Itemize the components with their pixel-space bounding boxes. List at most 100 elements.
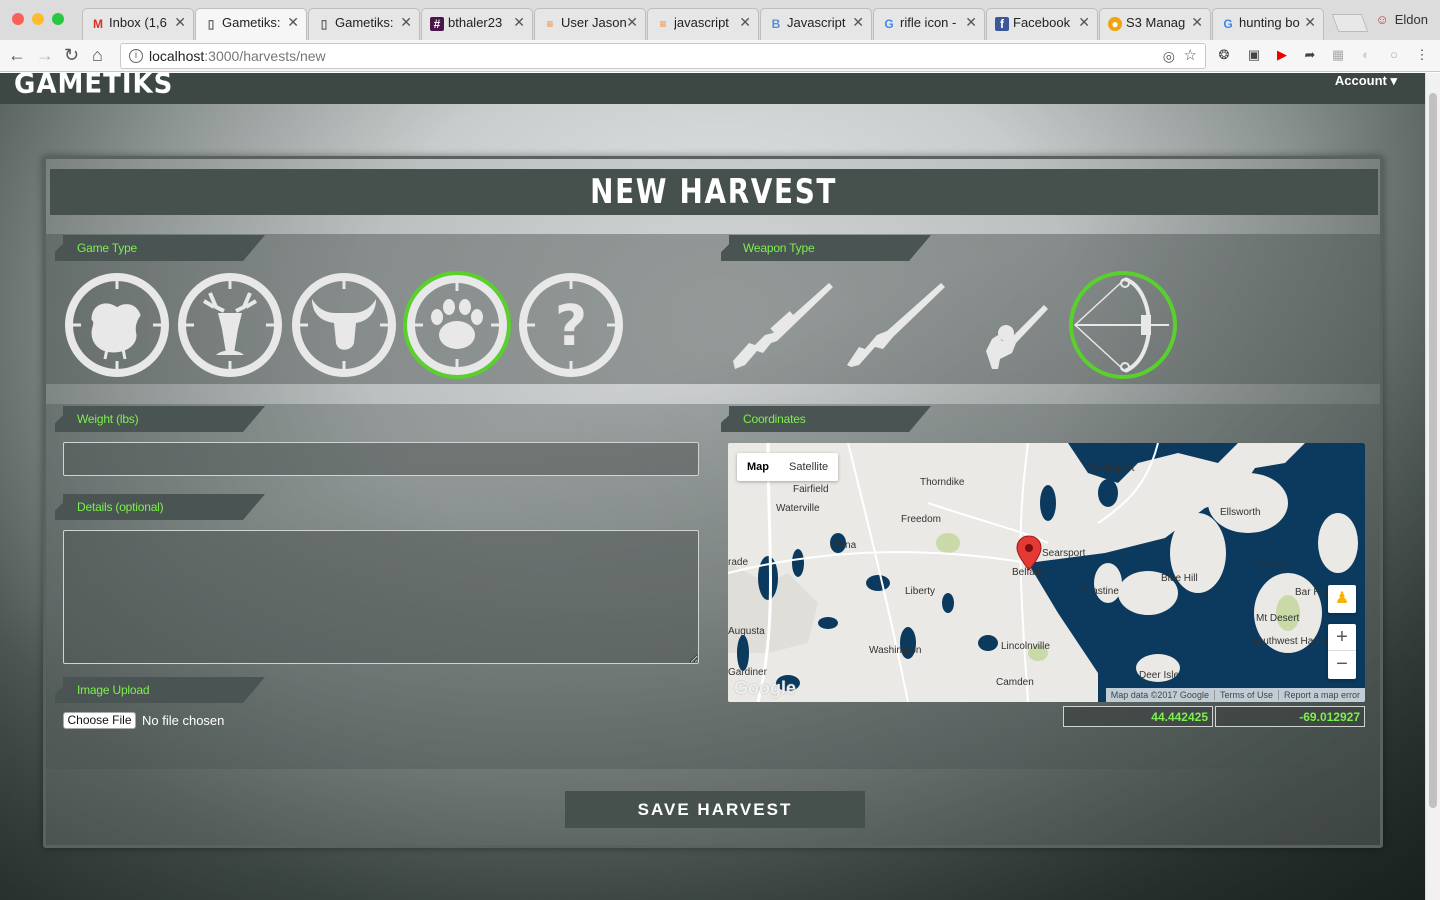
map-town-label: Belfast — [1012, 567, 1043, 578]
browser-tab[interactable]: M Inbox (1,6 ✕ — [82, 8, 194, 40]
share-icon[interactable]: ➦ — [1302, 47, 1318, 63]
close-tab-icon[interactable]: ✕ — [965, 14, 977, 31]
tab-label: Gametiks: — [335, 15, 394, 30]
back-icon[interactable]: ← — [8, 45, 26, 65]
map-town-label: Mt Desert — [1256, 613, 1300, 624]
map-terms-link[interactable]: Terms of Use — [1213, 690, 1278, 700]
gmail-icon: M — [93, 17, 103, 31]
revolver-icon — [986, 305, 1048, 369]
minimize-window-button[interactable] — [32, 13, 44, 25]
address-bar[interactable]: i localhost:3000/harvests/new ◎ ☆ — [120, 43, 1206, 69]
browser-tab[interactable]: ≡ javascript ✕ — [647, 8, 759, 40]
close-tab-icon[interactable]: ✕ — [513, 14, 525, 31]
page-background: GAMETIKS Account ▾ NEW HARVEST Game Type… — [0, 73, 1440, 900]
game-type-moose-button[interactable] — [290, 271, 398, 379]
browser-tab[interactable]: ▯ Gametiks: ✕ — [308, 8, 420, 40]
close-window-button[interactable] — [12, 13, 24, 25]
profile-icon: ☺ — [1375, 12, 1389, 27]
browser-tab[interactable]: B Javascript ✕ — [760, 8, 872, 40]
extension-icon[interactable]: ○ — [1386, 47, 1402, 63]
slack-icon: # — [430, 17, 444, 31]
game-type-turkey-button[interactable] — [63, 271, 171, 379]
page-icon: ▯ — [320, 17, 328, 31]
weapon-bow-button[interactable] — [1069, 271, 1177, 379]
close-tab-icon[interactable]: ✕ — [852, 14, 864, 31]
map-town-label: Castine — [1085, 586, 1119, 597]
weight-input[interactable] — [63, 442, 699, 476]
close-tab-icon[interactable]: ✕ — [739, 14, 751, 31]
map-tab-satellite[interactable]: Satellite — [779, 453, 838, 481]
extension-icon[interactable]: ▦ — [1330, 47, 1346, 63]
game-type-deer-button[interactable] — [176, 271, 284, 379]
close-tab-icon[interactable]: ✕ — [287, 14, 299, 31]
zoom-in-button[interactable]: + — [1328, 624, 1356, 651]
extension-icon[interactable]: ◐ — [1358, 47, 1374, 63]
moose-icon — [292, 273, 396, 377]
close-tab-icon[interactable]: ✕ — [1191, 14, 1203, 31]
account-menu[interactable]: Account ▾ — [1335, 73, 1397, 89]
menu-icon[interactable]: ⋮ — [1414, 47, 1430, 63]
extension-icon[interactable]: ❂ — [1216, 47, 1232, 63]
details-label: Details (optional) — [55, 494, 265, 520]
browser-tab[interactable]: G hunting bo ✕ — [1212, 8, 1324, 40]
browser-tab[interactable]: G rifle icon - ✕ — [873, 8, 985, 40]
browser-tab[interactable]: ● S3 Manag ✕ — [1099, 8, 1211, 40]
browser-tab[interactable]: # bthaler23 ✕ — [421, 8, 533, 40]
info-icon[interactable]: i — [129, 49, 143, 63]
weapon-shotgun-button[interactable] — [843, 271, 951, 379]
profile-button[interactable]: ☺ Eldon — [1375, 12, 1428, 27]
map-town-label: Washington — [869, 645, 922, 656]
map-zoom-control: + − — [1328, 624, 1356, 679]
weapon-handgun-button[interactable] — [956, 271, 1064, 379]
weapon-rifle-button[interactable] — [729, 271, 837, 379]
tab-label: bthaler23 — [448, 15, 503, 30]
save-harvest-button[interactable]: SAVE HARVEST — [565, 791, 865, 828]
harvest-form-panel: NEW HARVEST Game Type Weapon Type ? Weig… — [43, 156, 1383, 848]
map-town-label: Waterville — [776, 503, 820, 514]
close-tab-icon[interactable]: ✕ — [1304, 14, 1316, 31]
tab-label: Gametiks: — [222, 15, 281, 30]
page-scrollbar[interactable] — [1425, 73, 1440, 900]
choose-file-button[interactable]: Choose File — [63, 712, 136, 729]
map-attribution: Map data ©2017 Google — [1110, 690, 1209, 700]
home-icon[interactable]: ⌂ — [92, 45, 103, 65]
close-tab-icon[interactable]: ✕ — [1078, 14, 1090, 31]
close-tab-icon[interactable]: ✕ — [626, 14, 638, 31]
tab-label: rifle icon - — [900, 15, 957, 30]
extension-icon[interactable]: ▣ — [1246, 47, 1262, 63]
image-upload-label: Image Upload — [55, 677, 265, 703]
new-tab-button[interactable] — [1331, 14, 1369, 32]
map-town-label: China — [830, 540, 857, 551]
close-tab-icon[interactable]: ✕ — [174, 14, 186, 31]
browser-tab-active[interactable]: ▯ Gametiks: ✕ — [195, 8, 307, 40]
bookmark-star-icon[interactable]: ☆ — [1184, 44, 1197, 68]
browser-tab[interactable]: f Facebook ✕ — [986, 8, 1098, 40]
youtube-icon[interactable]: ▶ — [1274, 47, 1290, 63]
location-icon[interactable]: ◎ — [1163, 44, 1175, 68]
map-report-link[interactable]: Report a map error — [1277, 690, 1365, 700]
details-textarea[interactable] — [63, 530, 699, 664]
browser-tab[interactable]: ≡ User Jason ✕ — [534, 8, 646, 40]
profile-name: Eldon — [1394, 12, 1428, 27]
zoom-out-button[interactable]: − — [1328, 651, 1356, 678]
maximize-window-button[interactable] — [52, 13, 64, 25]
reload-icon[interactable]: ↻ — [64, 45, 79, 65]
coordinates-map[interactable]: Thorndike Bucksport Fairfield Waterville… — [728, 443, 1365, 702]
page-icon: ▯ — [207, 17, 215, 31]
map-town-label: Searsport — [1042, 548, 1086, 559]
file-status-text: No file chosen — [142, 713, 225, 728]
close-tab-icon[interactable]: ✕ — [400, 14, 412, 31]
game-type-other-button[interactable]: ? — [517, 271, 625, 379]
svg-text:?: ? — [555, 294, 587, 359]
forward-icon[interactable]: → — [36, 45, 54, 65]
longitude-field[interactable] — [1215, 706, 1365, 727]
map-tab-map[interactable]: Map — [737, 453, 779, 481]
map-town-label: Lincolnville — [1001, 641, 1050, 652]
street-view-pegman-icon[interactable]: ♟ — [1328, 585, 1356, 613]
game-type-bear-button[interactable] — [403, 271, 511, 379]
url-host: localhost — [149, 48, 205, 64]
tab-label: hunting bo — [1239, 15, 1300, 30]
brand-logo[interactable]: GAMETIKS — [14, 73, 173, 100]
latitude-field[interactable] — [1063, 706, 1213, 727]
scrollbar-thumb[interactable] — [1429, 93, 1437, 808]
